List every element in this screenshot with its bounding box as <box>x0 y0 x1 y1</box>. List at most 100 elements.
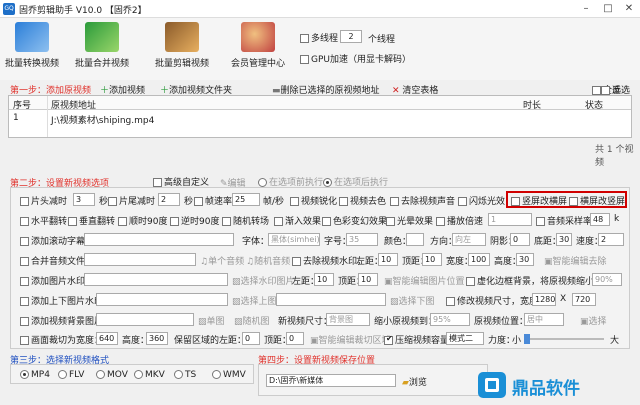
crop-width-input[interactable]: 640 <box>96 332 118 345</box>
size-select[interactable]: 35 <box>346 233 378 246</box>
single-audio-button[interactable]: ♫单个音频 <box>200 254 244 267</box>
format-ts-radio[interactable]: TS <box>174 370 196 380</box>
resize-width-input[interactable]: 1280 <box>532 293 556 306</box>
batch-merge-button[interactable]: 批量合并视频 <box>72 20 132 76</box>
decolor-checkbox[interactable]: 视频去色 <box>339 194 386 207</box>
hflip-checkbox[interactable]: 水平翻转 <box>20 214 67 227</box>
format-mkv-radio[interactable]: MKV <box>134 370 165 380</box>
compress-checkbox[interactable]: ✔ 压缩视频容量 <box>384 333 449 346</box>
wm-width-input[interactable]: 100 <box>468 253 490 266</box>
format-mov-radio[interactable]: MOV <box>96 370 128 380</box>
scroll-speed-select[interactable]: 2 <box>598 233 624 246</box>
batch-edit-button[interactable]: 批量剪辑视频 <box>152 20 212 76</box>
thread-count-input[interactable]: 2 <box>340 30 362 43</box>
vertical-to-horizontal-checkbox[interactable]: 竖屏改横屏 <box>511 194 567 207</box>
image-watermark-checkbox[interactable]: 添加图片水印： <box>20 274 94 287</box>
img-top-input[interactable]: 10 <box>358 273 378 286</box>
format-wmv-radio[interactable]: WMV <box>212 370 246 380</box>
save-path-input[interactable]: D:\固乔\新媒体 <box>266 374 396 387</box>
cut-head-input[interactable]: 3 <box>73 193 95 206</box>
blur-border-checkbox[interactable]: 虚化边框背景，将原视频缩小到： <box>466 274 612 287</box>
batch-merge-label: 批量合并视频 <box>74 59 129 69</box>
choose-bottom-image-button[interactable]: ▨选择下图 <box>390 294 435 307</box>
choose-watermark-button[interactable]: ▨选择水印图片 <box>232 274 295 287</box>
image-watermark-input[interactable] <box>84 273 228 286</box>
row-index: 1 <box>13 113 19 123</box>
col-status: 状态 <box>585 101 604 111</box>
col-index: 序号 <box>13 101 32 111</box>
random-audio-button[interactable]: ♫随机音频 <box>246 254 290 267</box>
sharpen-checkbox[interactable]: 视频锐化 <box>290 194 337 207</box>
browse-button[interactable]: ▰浏览 <box>402 375 427 388</box>
direction-select[interactable]: 向左 <box>452 233 486 246</box>
crop-checkbox[interactable]: 画面裁切为宽度： <box>20 333 103 346</box>
close-button[interactable]: ✕ <box>621 2 637 16</box>
cut-tail-checkbox[interactable]: 片尾减时 <box>108 194 155 207</box>
wm-top-input[interactable]: 10 <box>422 253 442 266</box>
flash-checkbox[interactable]: 闪烁光效 <box>458 194 505 207</box>
cw90-checkbox[interactable]: 顺时90度 <box>118 214 167 227</box>
bottom-input[interactable]: 30 <box>556 233 572 246</box>
video-table[interactable]: 序号 原视频地址 时长 状态 1 J:\视频素材\shiping.mp4 <box>8 95 632 138</box>
random-image-button[interactable]: ▨随机图 <box>234 314 270 327</box>
music-icon: ♫ <box>200 257 209 267</box>
merge-audio-checkbox[interactable]: 合并音频文件 <box>20 254 85 267</box>
member-center-label: 会员管理中心 <box>230 59 285 69</box>
horizontal-to-vertical-checkbox[interactable]: 横屏改竖屏 <box>569 194 625 207</box>
subtitle-text-input[interactable] <box>84 233 234 246</box>
resize-height-input[interactable]: 720 <box>572 293 596 306</box>
bottom-image-input[interactable] <box>276 293 386 306</box>
ccw90-checkbox[interactable]: 逆时90度 <box>170 214 219 227</box>
format-mp4-radio[interactable]: MP4 <box>20 370 50 380</box>
strength-slider[interactable] <box>524 338 604 340</box>
halo-checkbox[interactable]: 光晕效果 <box>386 214 433 227</box>
crop-height-input[interactable]: 360 <box>146 332 168 345</box>
cut-head-checkbox[interactable]: 片头减时 <box>20 194 67 207</box>
smart-image-position-button[interactable]: ▣智能编辑图片位置 <box>384 274 465 287</box>
format-flv-radio[interactable]: FLV <box>58 370 84 380</box>
wm-height-input[interactable]: 30 <box>516 253 534 266</box>
fps-input[interactable]: 25 <box>232 193 260 206</box>
new-size-select[interactable]: 背景图 <box>326 313 370 326</box>
keep-top-input[interactable]: 0 <box>286 332 304 345</box>
keep-left-input[interactable]: 0 <box>242 332 260 345</box>
multithread-checkbox[interactable]: 多线程 <box>300 31 338 44</box>
batch-convert-button[interactable]: 批量转换视频 <box>2 20 62 76</box>
image-icon: ▨ <box>232 297 241 307</box>
vflip-checkbox[interactable]: 垂直翻转 <box>68 214 115 227</box>
blur-scale-select[interactable]: 90% <box>592 273 622 286</box>
audio-path-input[interactable] <box>84 253 196 266</box>
cut-tail-input[interactable]: 2 <box>158 193 180 206</box>
fade-in-checkbox[interactable]: 渐入效果 <box>274 214 321 227</box>
color-shift-checkbox[interactable]: 色彩变幻效果 <box>322 214 387 227</box>
speed-select[interactable]: 1 <box>488 213 532 226</box>
pick-position-button[interactable]: ▣选择 <box>580 314 607 327</box>
wm-left-input[interactable]: 10 <box>378 253 398 266</box>
choose-top-image-button[interactable]: ▨选择上图 <box>232 294 277 307</box>
speed-checkbox[interactable]: 播放倍速 <box>436 214 483 227</box>
member-center-button[interactable]: 会员管理中心 <box>228 20 288 76</box>
remove-watermark-checkbox[interactable]: 去除视频水印， <box>292 254 366 267</box>
sample-rate-input[interactable]: 48 <box>590 213 610 226</box>
smart-crop-button[interactable]: ▣智能编辑裁切区域 <box>310 333 391 346</box>
gpu-checkbox[interactable]: GPU加速（用显卡解码） <box>300 52 411 65</box>
background-image-input[interactable] <box>96 313 194 326</box>
random-transition-checkbox[interactable]: 随机转场 <box>222 214 269 227</box>
smart-edit-icon: ▣ <box>384 277 393 287</box>
mute-checkbox[interactable]: 去除视频声音 <box>390 194 455 207</box>
table-row[interactable]: 1 J:\视频素材\shiping.mp4 <box>9 112 631 126</box>
minimize-button[interactable]: – <box>578 2 594 16</box>
font-select[interactable]: 黑体(simhei) <box>268 233 320 246</box>
img-left-input[interactable]: 10 <box>314 273 334 286</box>
scale-select[interactable]: 95% <box>430 313 470 326</box>
maximize-button[interactable]: □ <box>600 2 616 16</box>
color-picker[interactable] <box>406 233 424 246</box>
strength-slider-thumb[interactable] <box>524 334 530 344</box>
scroll-subtitle-checkbox[interactable]: 添加滚动字幕： <box>20 234 94 247</box>
top-image-input[interactable] <box>96 293 228 306</box>
single-image-button[interactable]: ▨单图 <box>198 314 225 327</box>
compress-mode-select[interactable]: 模式二 <box>446 332 484 345</box>
position-select[interactable]: 居中 <box>524 313 564 326</box>
smart-remove-button[interactable]: ▣智能编辑去除 <box>544 254 607 267</box>
shadow-input[interactable]: 0 <box>510 233 530 246</box>
